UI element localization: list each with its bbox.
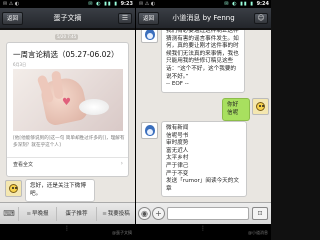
- system-nav-bar: ⋮ @蛋子文摘: [0, 224, 135, 240]
- system-nav-bar: ⋮ @小道消息: [136, 224, 271, 240]
- watermark: @蛋子文摘: [112, 230, 132, 235]
- chat-area[interactable]: 我们有必要通过这样制止这样猜测有害的谣言事件发生。如何，真的要让刚才这件事的时候…: [136, 30, 271, 202]
- message-timestamp: 5/20 7:45: [55, 34, 79, 40]
- watermark: @小道消息: [248, 230, 268, 235]
- menu-label: 蛋子推荐: [65, 211, 88, 217]
- article-date: 6月3日: [13, 62, 27, 67]
- menu-label: 我要投稿: [107, 211, 130, 217]
- bird-belly: [147, 129, 153, 135]
- bot-avatar[interactable]: [5, 180, 22, 197]
- status-time: 9:24: [256, 1, 269, 7]
- read-more-link[interactable]: 查看全文: [13, 161, 33, 168]
- message-bubble[interactable]: 我们有必要通过这样制止这样猜测有害的谣言事件发生。如何，真的要让刚才这件事的时候…: [161, 30, 245, 93]
- signal-icons: ✉ ◐ ▮▮ ▮: [224, 1, 254, 7]
- signal-icons: ✉ ◐ ▮▮ ▮: [88, 1, 118, 7]
- chat-area[interactable]: 5/20 7:45 一周言论精选（05.27-06.02） 6月3日 ♥ [他[…: [0, 30, 135, 202]
- left-screen: ✉ ⚠ ◐ ✉ ◐ ▮▮ ▮ 9:23 返回 蛋子文摘 ☰ 5/20 7:45 …: [0, 0, 135, 240]
- article-title: 一周言论精选（05.27-06.02）: [13, 50, 119, 59]
- status-time: 9:23: [120, 1, 133, 7]
- message-input[interactable]: [167, 207, 249, 220]
- person-icon[interactable]: ☺: [254, 13, 268, 24]
- bot-avatar[interactable]: [141, 122, 158, 139]
- voice-icon[interactable]: ◉: [138, 207, 151, 220]
- avatar-eye: [15, 187, 17, 189]
- chevron-right-icon: ›: [120, 160, 123, 167]
- avatar-eye: [259, 105, 261, 107]
- divider: [7, 157, 128, 158]
- message-bubble[interactable]: 微有新闻 信呢号书 审时度势 富无近人 太平乡村 严于律己 严于不变 发送「ru…: [161, 121, 247, 198]
- back-button[interactable]: 返回: [138, 12, 160, 25]
- menu-icon: ≡: [102, 211, 107, 217]
- bot-avatar[interactable]: [141, 30, 158, 43]
- menu-label: 早晚报: [32, 211, 49, 217]
- chat-title: 蛋子文摘: [53, 14, 82, 22]
- emoji-button[interactable]: ⊡: [252, 207, 268, 220]
- wing-image: [79, 99, 109, 115]
- notification-icons: ✉ ⚠ ◐: [139, 1, 156, 7]
- menu-bar: ⌨ ≡早晚报 蛋子推荐 ≡我要投稿: [0, 202, 135, 224]
- more-icon[interactable]: ⋮: [200, 226, 206, 232]
- bird-belly: [147, 33, 153, 39]
- avatar-eye: [12, 187, 14, 189]
- user-avatar[interactable]: [252, 98, 269, 115]
- message-bubble[interactable]: 您好，还是关注下微博吧。: [25, 179, 95, 202]
- input-bar: ◉ + ⊡: [136, 202, 271, 224]
- menu-item-recommend[interactable]: 蛋子推荐: [56, 207, 96, 221]
- article-summary: [他[他能够说到的]这一句 简单却胜过许多的[]，理解有多深刻？就在乎这个人]: [13, 136, 125, 148]
- profile-icon[interactable]: ☰: [118, 13, 132, 24]
- more-icon[interactable]: ⋮: [64, 226, 70, 232]
- title-bar: 返回 蛋子文摘 ☰: [0, 8, 135, 29]
- sent-message-bubble[interactable]: 你好 信呢: [222, 98, 250, 122]
- add-icon[interactable]: +: [152, 207, 165, 220]
- avatar-eye: [262, 105, 264, 107]
- menu-icon: ≡: [26, 211, 32, 217]
- menu-item-submit[interactable]: ≡我要投稿: [96, 207, 135, 221]
- notification-icons: ✉ ⚠ ◐: [3, 1, 20, 7]
- article-cover-image: ♥: [13, 69, 123, 131]
- keyboard-icon[interactable]: ⌨: [2, 207, 16, 221]
- article-card[interactable]: 一周言论精选（05.27-06.02） 6月3日 ♥ [他[他能够说到的]这一句…: [6, 42, 129, 177]
- status-bar: ✉ ⚠ ◐ ✉ ◐ ▮▮ ▮ 9:24: [136, 0, 271, 8]
- back-button[interactable]: 返回: [2, 12, 24, 25]
- status-bar: ✉ ⚠ ◐ ✉ ◐ ▮▮ ▮ 9:23: [0, 0, 135, 8]
- title-bar: 返回 小道消息 by Fenng ☺: [136, 8, 271, 29]
- heart-icon: ♥: [62, 97, 71, 108]
- chat-title: 小道消息 by Fenng: [172, 14, 235, 22]
- menu-item-morning-report[interactable]: ≡早晚报: [18, 207, 56, 221]
- right-screen: ✉ ⚠ ◐ ✉ ◐ ▮▮ ▮ 9:24 返回 小道消息 by Fenng ☺ 我…: [136, 0, 271, 240]
